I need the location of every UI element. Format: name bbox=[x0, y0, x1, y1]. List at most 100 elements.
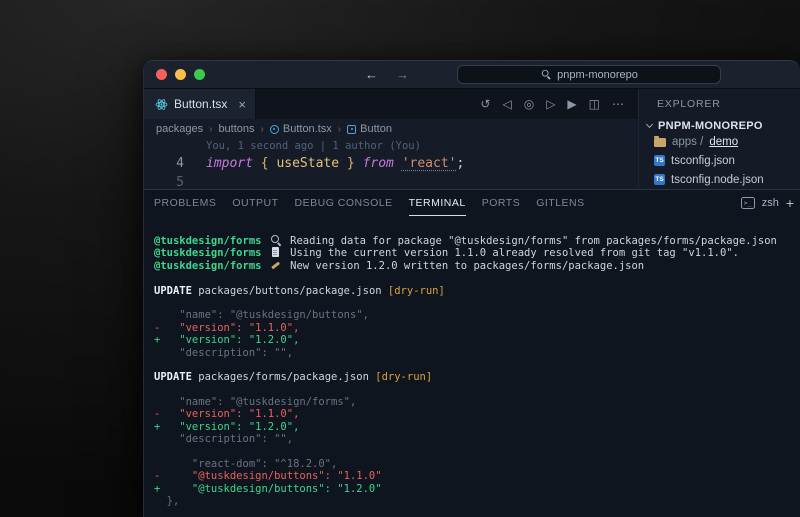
terminal-line: "react-dom": "^18.2.0", bbox=[154, 458, 800, 470]
explorer-item-demo[interactable]: apps / demo bbox=[639, 132, 800, 151]
breadcrumb-label: buttons bbox=[218, 123, 254, 135]
panel-tab-terminal[interactable]: TERMINAL bbox=[409, 190, 466, 216]
editor-area[interactable]: You, 1 second ago | 1 author (You) 4 imp… bbox=[144, 139, 638, 189]
terminal-line bbox=[154, 297, 800, 309]
folder-path-prefix: apps / bbox=[672, 136, 703, 148]
code-token: } bbox=[347, 156, 355, 171]
ts-icon: TS bbox=[654, 174, 665, 185]
minimize-window-button[interactable] bbox=[175, 69, 186, 80]
shell-label: zsh bbox=[762, 197, 779, 209]
terminal-text: packages/buttons/package.json bbox=[192, 285, 388, 297]
terminal-text: @tuskdesign/forms bbox=[154, 247, 261, 259]
maximize-window-button[interactable] bbox=[194, 69, 205, 80]
tab-label: Button.tsx bbox=[174, 97, 227, 111]
breadcrumb-label: Button bbox=[360, 123, 392, 135]
terminal-output[interactable]: @tuskdesign/forms Reading data for packa… bbox=[144, 216, 800, 517]
ts-icon: TS bbox=[654, 155, 665, 166]
breadcrumb-separator: › bbox=[261, 124, 264, 135]
terminal-text: packages/forms/package.json bbox=[192, 371, 375, 383]
explorer-section-pnpm-monorepo[interactable]: PNPM-MONOREPO bbox=[639, 119, 800, 132]
editor-actions: ↺ ◁ ◎ ▷ ▶ ◫ ⋯ bbox=[480, 97, 638, 111]
terminal-line: "name": "@tuskdesign/buttons", bbox=[154, 309, 800, 321]
command-center-search[interactable]: pnpm-monorepo bbox=[457, 65, 721, 84]
forward-button[interactable]: → bbox=[396, 67, 409, 82]
terminal-text: - "version": "1.1.0", bbox=[154, 408, 299, 420]
explorer-title: EXPLORER bbox=[639, 89, 800, 119]
item-label: tsconfig.node.json bbox=[671, 174, 764, 186]
terminal-text: "name": "@tuskdesign/buttons", bbox=[154, 309, 369, 321]
editor-column: Button.tsx × ↺◁◎▷▶◫⋯ packages›buttons›Bu… bbox=[144, 89, 638, 189]
terminal-line: - "version": "1.1.0", bbox=[154, 408, 800, 420]
terminal-line: }, bbox=[154, 495, 800, 507]
terminal-line: + "version": "1.2.0", bbox=[154, 334, 800, 346]
section-label: PNPM-MONOREPO bbox=[658, 120, 763, 132]
split-editor-icon[interactable]: ◫ bbox=[589, 97, 600, 111]
terminal-line: "description": "", bbox=[154, 433, 800, 445]
breadcrumb-item-buttons[interactable]: buttons bbox=[218, 123, 254, 135]
terminal-text: [dry-run] bbox=[375, 371, 432, 383]
vscode-window: ← → pnpm-monorepo Button.tsx × ↺ ◁ ◎ ▷ ▶ ◫ ⋯ p… bbox=[143, 60, 800, 517]
panel-tab-gitlens[interactable]: GITLENS bbox=[536, 190, 584, 216]
back-button[interactable]: ← bbox=[365, 67, 378, 82]
terminal-text bbox=[261, 247, 267, 259]
code-token: { bbox=[261, 156, 269, 171]
terminal-line: UPDATE packages/buttons/package.json [dr… bbox=[154, 285, 800, 297]
timeline-icon[interactable]: ↺ bbox=[480, 97, 490, 111]
panel-tab-debug-console[interactable]: DEBUG CONSOLE bbox=[295, 190, 393, 216]
item-label: demo bbox=[709, 136, 738, 148]
gitlens-blame: You, 1 second ago | 1 author (You) bbox=[144, 139, 638, 154]
item-label: tsconfig.json bbox=[671, 155, 735, 167]
code-token bbox=[355, 156, 363, 171]
terminal-line bbox=[154, 359, 800, 371]
previous-change-icon[interactable]: ◁ bbox=[502, 97, 511, 111]
terminal-line bbox=[154, 384, 800, 396]
search-icon bbox=[270, 235, 282, 246]
explorer-item-tsconfig-json[interactable]: TS tsconfig.json bbox=[639, 151, 800, 170]
code-token bbox=[253, 156, 261, 171]
terminal-text: "react-dom": "^18.2.0", bbox=[154, 458, 337, 470]
panel-tab-ports[interactable]: PORTS bbox=[482, 190, 520, 216]
search-text: pnpm-monorepo bbox=[557, 69, 638, 81]
breadcrumb-item-packages[interactable]: packages bbox=[156, 123, 203, 135]
tab-bar: Button.tsx × ↺ ◁ ◎ ▷ ▶ ◫ ⋯ bbox=[144, 89, 638, 119]
code-token: 'react' bbox=[402, 156, 457, 171]
explorer-item-tsconfig-node-json[interactable]: TS tsconfig.node.json bbox=[639, 170, 800, 189]
breadcrumb-label: Button.tsx bbox=[283, 123, 332, 135]
terminal-text: @tuskdesign/forms bbox=[154, 260, 261, 272]
bottom-panel: PROBLEMS OUTPUT DEBUG CONSOLE TERMINAL PORTS… bbox=[144, 189, 800, 517]
code-line-content: import { useState } from 'react'; bbox=[184, 154, 464, 173]
breadcrumb-item-button[interactable]: Button bbox=[347, 123, 392, 135]
breadcrumb: packages›buttons›Button.tsx›Button bbox=[144, 119, 638, 139]
search-icon bbox=[541, 70, 551, 79]
panel-controls: >_ zsh + bbox=[741, 195, 794, 211]
terminal-text: - "version": "1.1.0", bbox=[154, 322, 299, 334]
panel-tabs: PROBLEMS OUTPUT DEBUG CONSOLE TERMINAL PORTS… bbox=[154, 190, 601, 216]
code-line: 4 import { useState } from 'react'; bbox=[144, 154, 638, 173]
terminal-text: }, bbox=[154, 495, 179, 507]
terminal-text: Using the current version 1.1.0 already … bbox=[284, 247, 739, 259]
symbol-icon bbox=[347, 125, 356, 134]
run-icon[interactable]: ▶ bbox=[567, 97, 576, 111]
compare-changes-icon[interactable]: ◎ bbox=[524, 97, 534, 111]
blame-text: You, 1 second ago | 1 author (You) bbox=[206, 140, 421, 152]
terminal-line bbox=[154, 272, 800, 284]
terminal-line: - "@tuskdesign/buttons": "1.1.0" bbox=[154, 470, 800, 482]
close-tab-icon[interactable]: × bbox=[238, 97, 246, 112]
code-line-partial: 5 bbox=[144, 173, 638, 189]
terminal-line: + "@tuskdesign/buttons": "1.2.0" bbox=[154, 483, 800, 495]
terminal-line: + "version": "1.2.0", bbox=[154, 421, 800, 433]
tab-button-tsx[interactable]: Button.tsx × bbox=[144, 89, 256, 119]
line-number: 5 bbox=[144, 173, 184, 189]
terminal-line: UPDATE packages/forms/package.json [dry-… bbox=[154, 371, 800, 383]
panel-tab-output[interactable]: OUTPUT bbox=[232, 190, 278, 216]
desktop-background: ← → pnpm-monorepo Button.tsx × ↺ ◁ ◎ ▷ ▶ ◫ ⋯ p… bbox=[0, 0, 800, 517]
breadcrumb-item-button-tsx[interactable]: Button.tsx bbox=[270, 123, 332, 135]
terminal-line bbox=[154, 446, 800, 458]
code-token: from bbox=[363, 156, 394, 171]
next-change-icon[interactable]: ▷ bbox=[546, 97, 555, 111]
close-window-button[interactable] bbox=[156, 69, 167, 80]
more-actions-icon[interactable]: ⋯ bbox=[612, 97, 624, 111]
panel-tab-problems[interactable]: PROBLEMS bbox=[154, 190, 216, 216]
new-terminal-button[interactable]: + bbox=[786, 195, 794, 211]
terminal-line: "description": "", bbox=[154, 347, 800, 359]
